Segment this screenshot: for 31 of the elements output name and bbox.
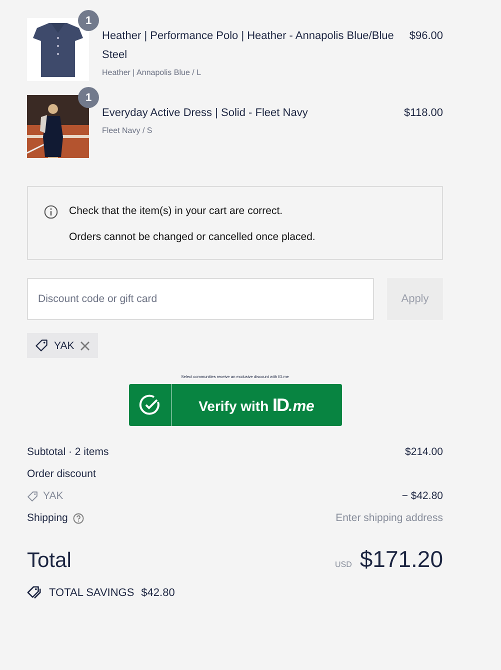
shipping-label: Shipping	[27, 512, 68, 524]
subtotal-value: $214.00	[405, 446, 443, 458]
discount-value: − $42.80	[402, 490, 443, 502]
check-circle-icon	[138, 394, 160, 416]
discount-code: YAK	[54, 340, 74, 352]
tag-icon	[27, 490, 38, 502]
notice-text: Check that the item(s) in your cart are correct.	[69, 205, 284, 219]
product-price: $118.00	[404, 106, 443, 121]
shipping-value: Enter shipping address	[336, 512, 443, 524]
currency-code: USD	[334, 560, 352, 569]
tag-icon	[35, 339, 48, 352]
discount-label: Order discount	[27, 468, 96, 480]
product-name: Everyday Active Dress | Solid - Fleet Navy	[102, 106, 309, 121]
tags-icon	[27, 585, 42, 600]
product-variant: Heather | Annapolis Blue / L	[102, 68, 202, 77]
total-label: Total	[27, 549, 72, 573]
help-icon[interactable]	[72, 512, 84, 524]
product-price: $96.00	[409, 29, 443, 44]
quantity-badge: 1	[78, 10, 99, 31]
total-amount: $171.20	[360, 546, 443, 573]
close-icon[interactable]	[80, 340, 90, 350]
info-icon	[44, 205, 58, 219]
subtotal-label: Subtotal · 2 items	[27, 446, 109, 458]
savings-label: TOTAL SAVINGS	[49, 586, 134, 598]
discount-code: YAK	[43, 490, 64, 502]
product-variant: Fleet Navy / S	[102, 126, 154, 135]
verify-button[interactable]: Verify with ID.me	[128, 384, 342, 426]
quantity-badge: 1	[78, 87, 99, 108]
notice-text: Orders cannot be changed or cancelled once placed.	[69, 231, 316, 243]
savings-amount: $42.80	[141, 586, 175, 598]
product-name: Heather | Performance Polo | Heather - Annapolis Blue/Blue Steel	[102, 29, 395, 63]
